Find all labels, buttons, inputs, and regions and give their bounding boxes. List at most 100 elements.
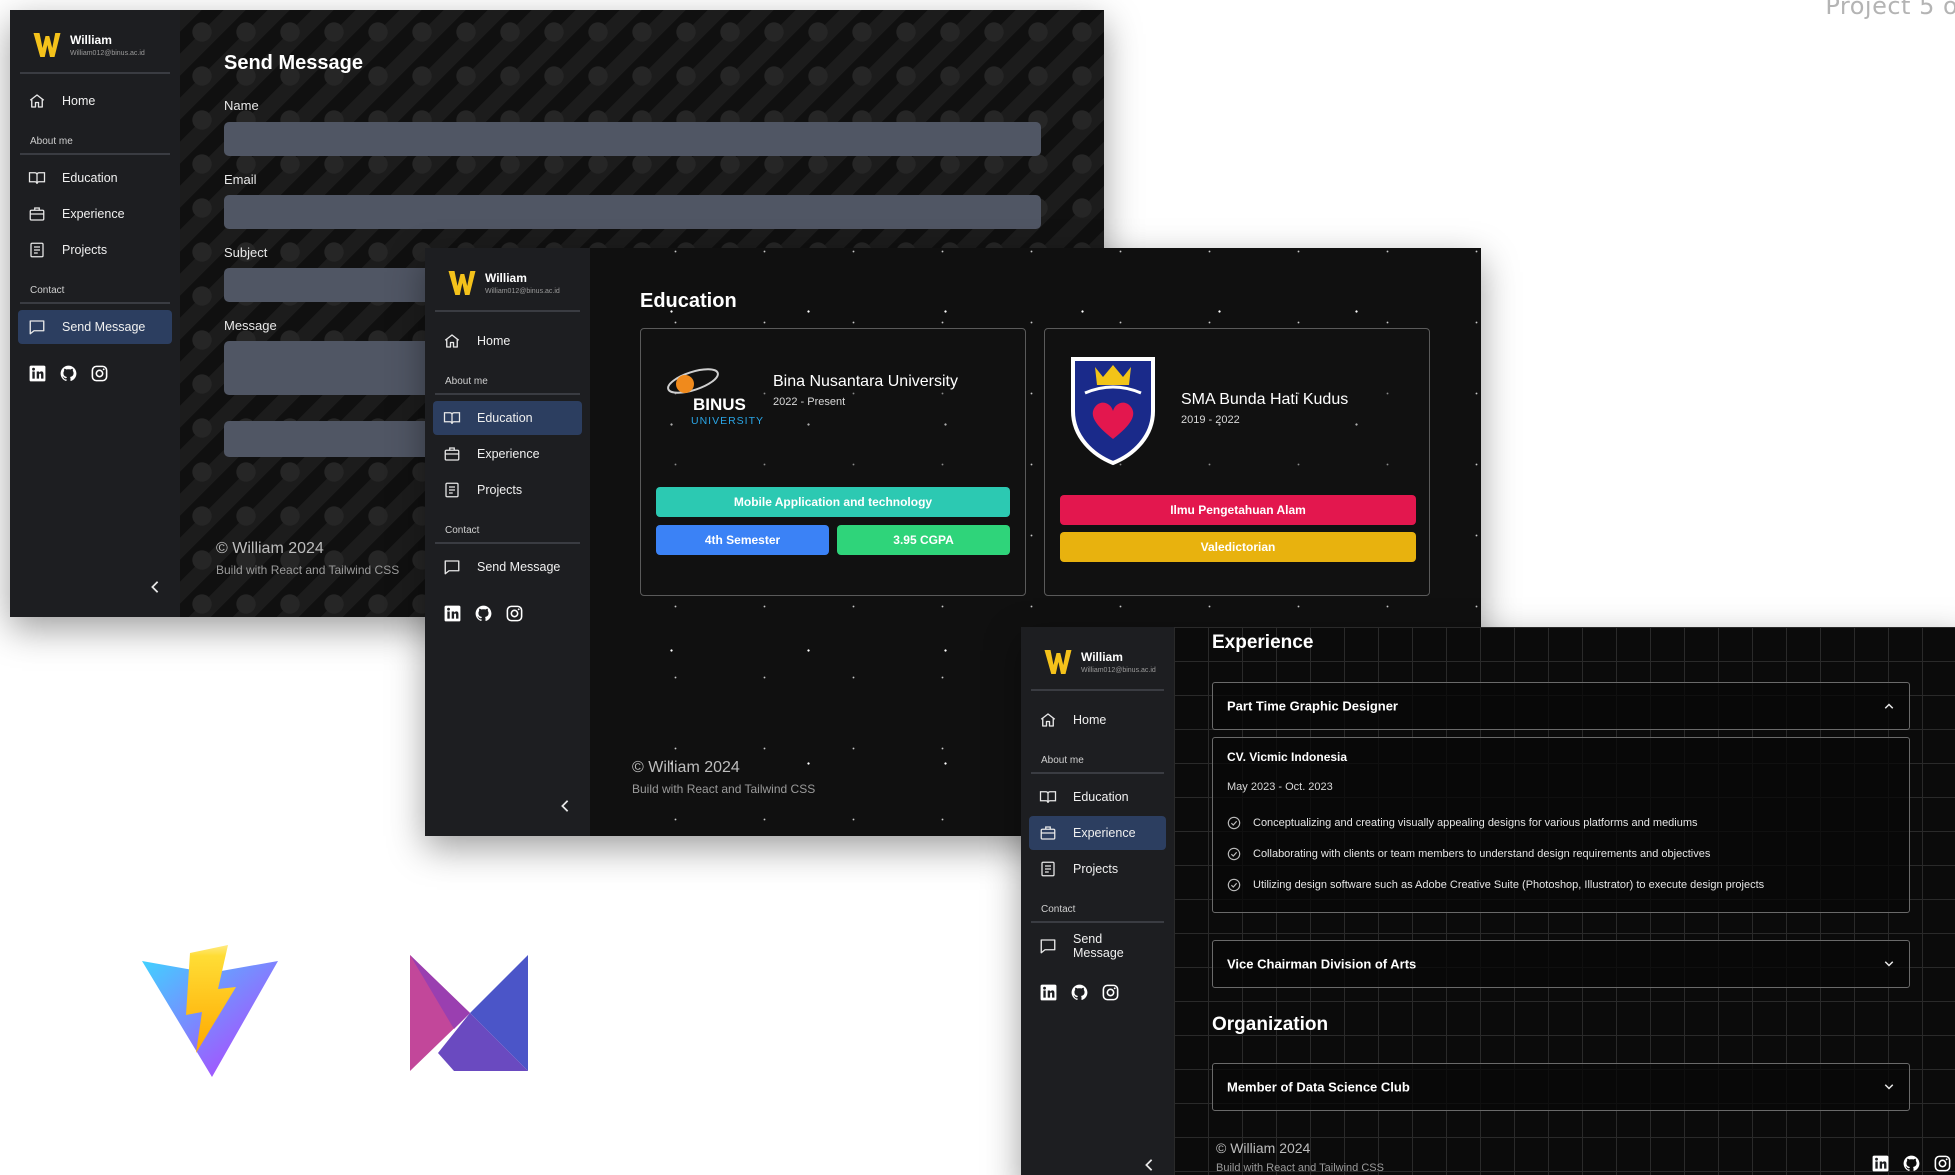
brand[interactable]: William William012@binus.ac.id: [20, 10, 170, 74]
home-icon: [1039, 711, 1057, 729]
binus-logo-text: BINUS: [693, 395, 746, 414]
message-icon: [443, 558, 461, 576]
brand-name: William: [1081, 650, 1123, 664]
nav-experience-label: Experience: [477, 447, 540, 461]
list-item: Collaborating with clients or team membe…: [1227, 847, 1710, 861]
chevron-left-icon[interactable]: [558, 798, 572, 814]
accordion-vice-chairman[interactable]: Vice Chairman Division of Arts: [1212, 940, 1910, 988]
nav-projects-label: Projects: [62, 243, 108, 257]
github-icon[interactable]: [1070, 983, 1089, 1002]
brand[interactable]: William William012@binus.ac.id: [435, 248, 580, 312]
check-circle-icon: [1227, 816, 1241, 830]
w-logo-icon: [32, 30, 62, 60]
footer-build: Build with React and Tailwind CSS: [216, 563, 400, 577]
email-input[interactable]: [224, 195, 1041, 229]
chevron-down-icon: [1883, 1081, 1895, 1093]
linkedin-icon[interactable]: [28, 364, 47, 383]
nav-projects[interactable]: Projects: [1029, 852, 1166, 886]
social-links: [1021, 965, 1174, 1020]
list-item: Utilizing design software such as Adobe …: [1227, 878, 1764, 892]
nav-education-label: Education: [1073, 790, 1129, 804]
list-item: Conceptualizing and creating visually ap…: [1227, 816, 1698, 830]
nav-send-message-label: Send Message: [1073, 932, 1124, 960]
github-icon[interactable]: [474, 604, 493, 623]
bullet-text: Conceptualizing and creating visually ap…: [1253, 817, 1698, 829]
nav-send-message[interactable]: Send Message: [433, 550, 582, 584]
projects-icon: [443, 481, 461, 499]
tag-cgpa: 3.95 CGPA: [837, 525, 1010, 555]
social-links: [425, 586, 590, 641]
name-label: Name: [224, 98, 259, 113]
nav-education[interactable]: Education: [18, 161, 172, 195]
home-icon: [28, 92, 46, 110]
home-icon: [443, 332, 461, 350]
nav-send-message[interactable]: Send Message: [1029, 929, 1166, 963]
organization-title: Organization: [1212, 1014, 1329, 1035]
github-icon[interactable]: [1902, 1154, 1921, 1173]
nav-education-label: Education: [477, 411, 533, 425]
nav-home-label: Home: [477, 334, 511, 348]
chevron-left-icon[interactable]: [148, 579, 162, 595]
bullet-text: Collaborating with clients or team membe…: [1253, 848, 1711, 860]
linkedin-icon[interactable]: [1039, 983, 1058, 1002]
nav-experience[interactable]: Experience: [1029, 816, 1166, 850]
nav-send-message-label: Send Message: [477, 560, 561, 574]
chevron-down-icon: [1883, 958, 1895, 970]
subject-label: Subject: [224, 245, 268, 260]
footer-build: Build with React and Tailwind CSS: [1216, 1162, 1384, 1174]
nav-send-message[interactable]: Send Message: [18, 310, 172, 344]
nav-home-label: Home: [62, 94, 96, 108]
accordion-title: Member of Data Science Club: [1227, 1079, 1410, 1095]
message-icon: [28, 318, 46, 336]
nav-education[interactable]: Education: [1029, 780, 1166, 814]
linkedin-icon[interactable]: [443, 604, 462, 623]
nav-home[interactable]: Home: [18, 84, 172, 118]
briefcase-icon: [443, 445, 461, 463]
sidebar: William William012@binus.ac.id Home Abou…: [10, 10, 180, 617]
footer-copyright: © William 2024: [632, 759, 740, 776]
social-links: [10, 346, 180, 401]
nav-projects[interactable]: Projects: [18, 233, 172, 267]
nav-experience[interactable]: Experience: [433, 437, 582, 471]
nav-home[interactable]: Home: [433, 324, 582, 358]
book-icon: [1039, 788, 1057, 806]
brand-name: William: [485, 271, 527, 285]
github-icon[interactable]: [59, 364, 78, 383]
instagram-icon[interactable]: [505, 604, 524, 623]
education-card-binus: BINUS UNIVERSITY Bina Nusantara Universi…: [640, 328, 1026, 596]
brand[interactable]: William William012@binus.ac.id: [1031, 627, 1164, 691]
education-card-sma: SMA Bunda Hati Kudus 2019 - 2022 Ilmu Pe…: [1044, 328, 1430, 596]
brand-email: William012@binus.ac.id: [485, 288, 560, 295]
nav-projects-label: Projects: [477, 483, 523, 497]
section-contact: Contact: [1031, 888, 1164, 923]
school-crest-logo: [1071, 357, 1155, 466]
school-name: SMA Bunda Hati Kudus: [1181, 391, 1349, 408]
book-icon: [443, 409, 461, 427]
brand-email: William012@binus.ac.id: [70, 50, 145, 57]
check-circle-icon: [1227, 878, 1241, 892]
binus-logo-sub: UNIVERSITY: [691, 415, 764, 427]
footer-build: Build with React and Tailwind CSS: [632, 782, 816, 796]
footer-social-links: [1871, 1154, 1952, 1173]
name-input[interactable]: [224, 122, 1041, 156]
message-label: Message: [224, 318, 277, 333]
accordion-data-science-club[interactable]: Member of Data Science Club: [1212, 1063, 1910, 1111]
nav-projects[interactable]: Projects: [433, 473, 582, 507]
instagram-icon[interactable]: [1101, 983, 1120, 1002]
footer-copyright: © William 2024: [216, 540, 324, 557]
check-circle-icon: [1227, 847, 1241, 861]
w-logo-icon: [1043, 647, 1073, 677]
nav-experience[interactable]: Experience: [18, 197, 172, 231]
motion-logo: [410, 955, 528, 1071]
nav-home[interactable]: Home: [1029, 703, 1166, 737]
company-name: CV. Vicmic Indonesia: [1227, 750, 1348, 764]
instagram-icon[interactable]: [90, 364, 109, 383]
linkedin-icon[interactable]: [1871, 1154, 1890, 1173]
message-icon: [1039, 937, 1057, 955]
page-title: Send Message: [224, 52, 363, 74]
chevron-left-icon[interactable]: [1142, 1157, 1156, 1173]
nav-education[interactable]: Education: [433, 401, 582, 435]
instagram-icon[interactable]: [1933, 1154, 1952, 1173]
book-icon: [28, 169, 46, 187]
accordion-graphic-designer[interactable]: Part Time Graphic Designer: [1212, 682, 1910, 730]
